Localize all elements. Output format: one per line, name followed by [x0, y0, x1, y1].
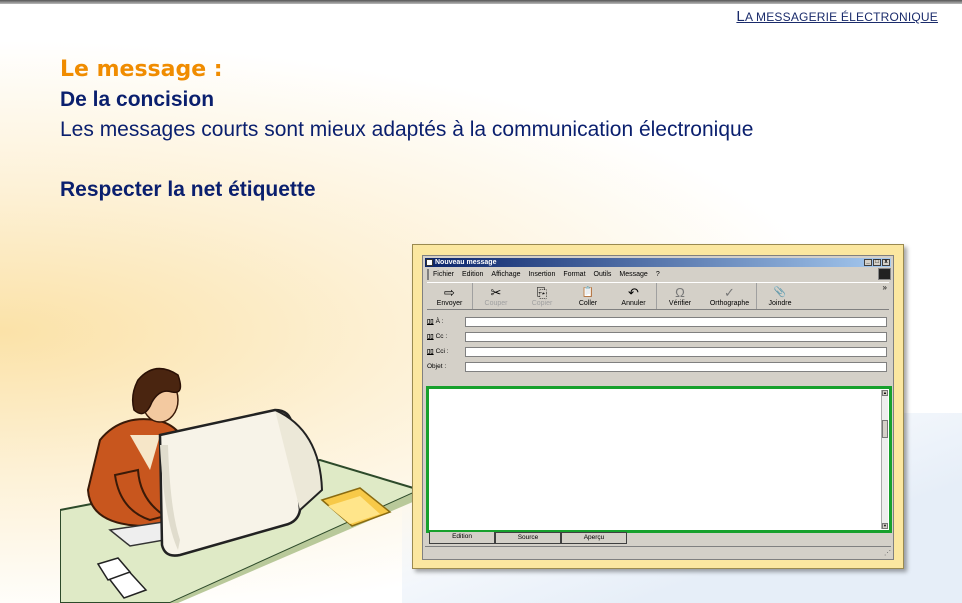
scissors-icon: ✂: [490, 285, 502, 300]
maximize-button[interactable]: □: [873, 259, 881, 266]
address-book-icon[interactable]: ▯▯: [427, 318, 434, 325]
scroll-thumb[interactable]: [882, 420, 888, 438]
to-row: ▯▯ À :: [427, 316, 889, 327]
menu-message[interactable]: Message: [619, 271, 647, 278]
send-button[interactable]: ⇨ Envoyer: [427, 283, 473, 309]
toolbar-overflow-icon[interactable]: »: [883, 283, 887, 292]
email-window-frame: Nouveau message _ □ x Fichier Edition Af…: [412, 244, 904, 569]
message-body-editor[interactable]: ▲ ▼: [426, 386, 892, 533]
subject-row: Objet :: [427, 361, 889, 372]
cc-row: ▯▯ Cc :: [427, 331, 889, 342]
cc-field[interactable]: [465, 331, 887, 342]
menu-outils[interactable]: Outils: [594, 271, 612, 278]
address-book-icon[interactable]: ▯▯: [427, 348, 434, 355]
subject-field[interactable]: [465, 361, 887, 372]
menu-edition[interactable]: Edition: [462, 271, 483, 278]
resize-grip-icon[interactable]: ⋰: [884, 549, 891, 557]
undo-icon: ↶: [628, 285, 639, 300]
status-bar: [425, 546, 891, 557]
spellcheck-button[interactable]: ✓ Orthographe: [703, 283, 757, 309]
scroll-down-icon[interactable]: ▼: [882, 523, 888, 529]
editor-tabs: Edition Source Aperçu: [429, 532, 627, 545]
minimize-button[interactable]: _: [864, 259, 872, 266]
close-button[interactable]: x: [882, 259, 890, 266]
slide-section-header: LA MESSAGERIE ÉLECTRONIQUE: [736, 8, 938, 25]
paste-icon: 📋: [581, 287, 595, 298]
attach-button[interactable]: 📎 Joindre: [757, 283, 803, 309]
window-app-icon: [426, 259, 433, 266]
address-book-icon[interactable]: ▯▯: [427, 333, 434, 340]
tab-apercu[interactable]: Aperçu: [561, 532, 627, 544]
new-message-window: Nouveau message _ □ x Fichier Edition Af…: [422, 255, 894, 560]
spellcheck-icon: ✓: [724, 285, 735, 300]
check-names-button[interactable]: Ω Vérifier: [657, 283, 703, 309]
top-rule: [0, 0, 962, 4]
app-logo-icon: [878, 268, 891, 280]
menu-help[interactable]: ?: [656, 271, 660, 278]
cut-button[interactable]: ✂ Couper: [473, 283, 519, 309]
bcc-field[interactable]: [465, 346, 887, 357]
slide-title: Le message :: [60, 57, 223, 82]
bcc-label: Cci :: [435, 348, 449, 355]
subtitle-netiquette: Respecter la net étiquette: [60, 178, 316, 201]
window-titlebar[interactable]: Nouveau message _ □ x: [425, 258, 891, 267]
bcc-row: ▯▯ Cci :: [427, 346, 889, 357]
to-field[interactable]: [465, 316, 887, 327]
body-text: Les messages courts sont mieux adaptés à…: [60, 118, 754, 141]
to-label: À :: [435, 318, 444, 325]
subject-label: Objet :: [427, 363, 447, 370]
toolbar: ⇨ Envoyer ✂ Couper ⎘ Copier 📋 Coller ↶ A…: [427, 282, 889, 310]
window-title: Nouveau message: [435, 259, 497, 266]
editor-scrollbar[interactable]: ▲ ▼: [881, 390, 888, 529]
undo-button[interactable]: ↶ Annuler: [611, 283, 657, 309]
menu-format[interactable]: Format: [563, 271, 585, 278]
subtitle-concision: De la concision: [60, 88, 215, 111]
copy-icon: ⎘: [536, 285, 548, 300]
tab-edition[interactable]: Edition: [429, 532, 495, 544]
menu-affichage[interactable]: Affichage: [491, 271, 520, 278]
send-icon: ⇨: [444, 285, 455, 300]
menu-insertion[interactable]: Insertion: [528, 271, 555, 278]
scroll-up-icon[interactable]: ▲: [882, 390, 888, 396]
tab-source[interactable]: Source: [495, 532, 561, 544]
cc-label: Cc :: [435, 333, 448, 340]
paste-button[interactable]: 📋 Coller: [565, 283, 611, 309]
check-names-icon: Ω: [675, 285, 685, 300]
menu-bar: Fichier Edition Affichage Insertion Form…: [427, 269, 889, 280]
copy-button[interactable]: ⎘ Copier: [519, 283, 565, 309]
menu-fichier[interactable]: Fichier: [433, 271, 454, 278]
paperclip-icon: 📎: [773, 287, 787, 298]
